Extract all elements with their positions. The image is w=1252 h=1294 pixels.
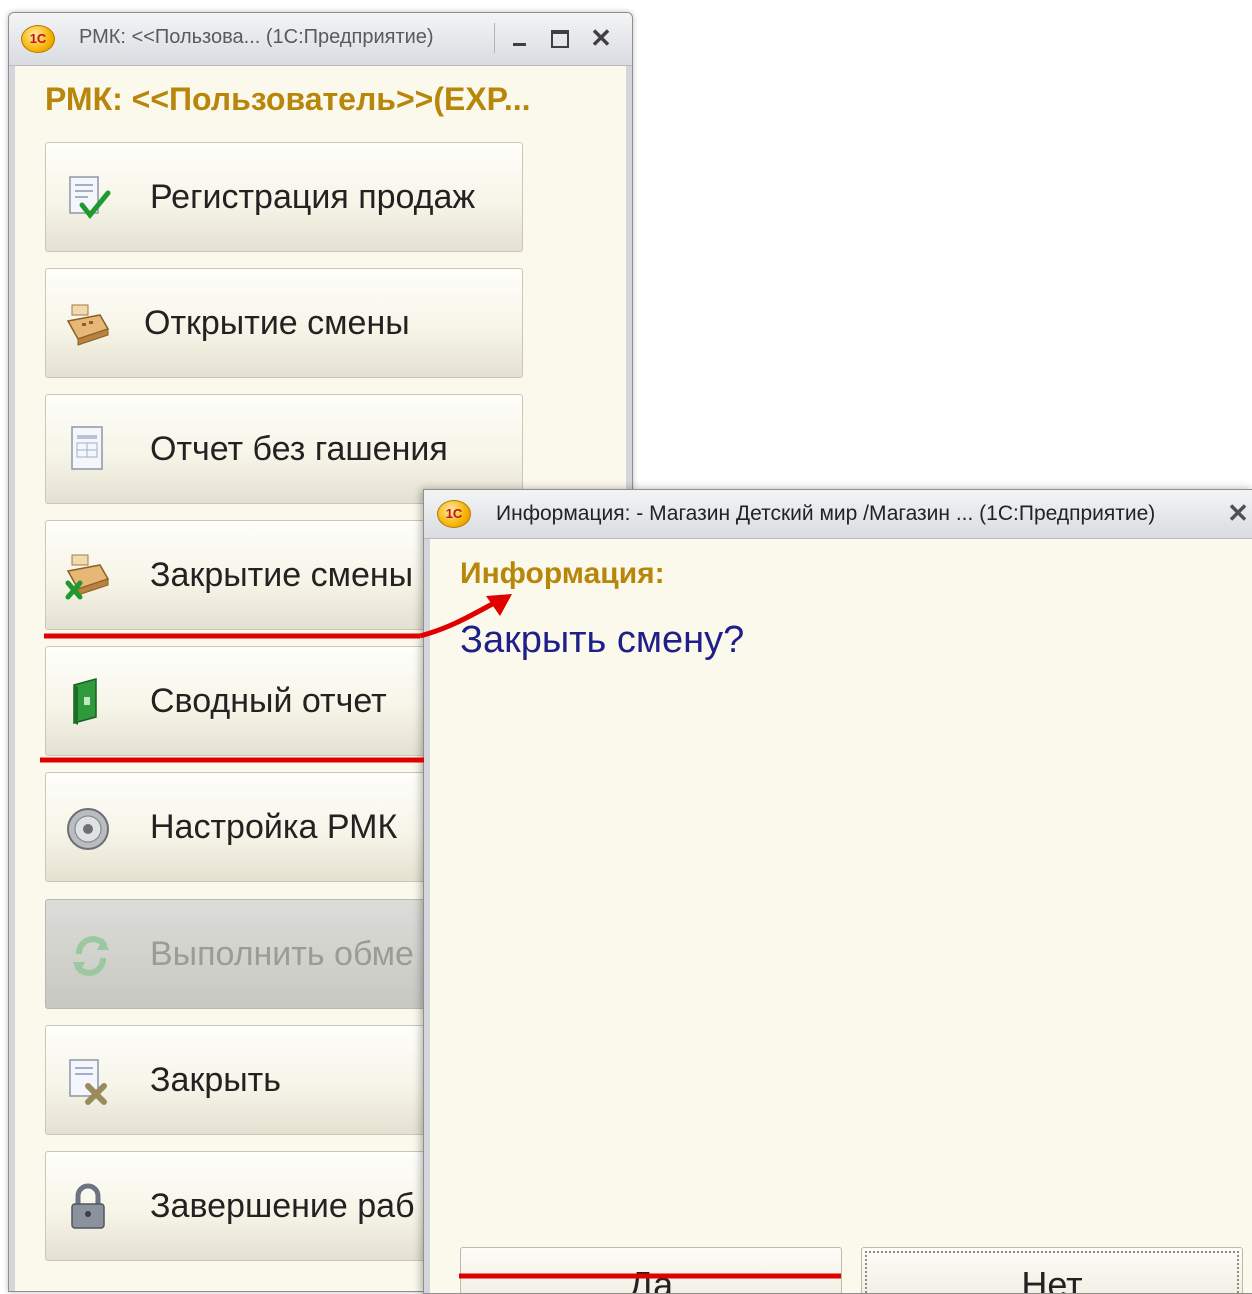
document-close-icon: [69, 1059, 107, 1105]
sync-arrows-icon: [73, 936, 109, 976]
sales-registration-label: Регистрация продаж: [150, 178, 476, 216]
no-button[interactable]: Нет: [861, 1247, 1243, 1293]
rmk-titlebar[interactable]: 1С РМК: <<Пользова... (1С:Предприятие) ✕: [9, 13, 632, 66]
report-document-icon: [71, 426, 103, 470]
info-panel: Информация: Закрыть смену? Да Нет: [430, 539, 1252, 1293]
titlebar-separator: [494, 23, 495, 53]
finish-work-label: Завершение раб: [150, 1187, 415, 1225]
1c-logo-icon: 1С: [21, 25, 55, 53]
maximize-icon[interactable]: [545, 25, 573, 51]
sales-registration-button[interactable]: Регистрация продаж: [45, 142, 523, 252]
close-icon[interactable]: ✕: [1224, 500, 1252, 526]
info-heading: Информация:: [460, 557, 665, 590]
rmk-heading: РМК: <<Пользователь>>(EXP...: [45, 81, 531, 117]
rmk-settings-label: Настройка РМК: [150, 808, 398, 846]
report-without-clearing-label: Отчет без гашения: [150, 430, 448, 468]
cash-register-close-icon: [65, 554, 110, 600]
document-check-icon: [69, 176, 111, 219]
close-shift-label: Закрытие смены: [150, 556, 414, 594]
info-dialog: 1С Информация: - Магазин Детский мир /Ма…: [423, 489, 1252, 1294]
open-shift-button[interactable]: Открытие смены: [45, 268, 523, 378]
open-shift-label: Открытие смены: [144, 304, 410, 342]
info-titlebar[interactable]: 1С Информация: - Магазин Детский мир /Ма…: [424, 490, 1252, 539]
yes-button[interactable]: Да: [460, 1247, 842, 1293]
minimize-icon[interactable]: [505, 25, 533, 51]
1c-logo-icon: 1С: [437, 500, 471, 528]
close-icon[interactable]: ✕: [587, 25, 615, 51]
green-book-icon: [73, 678, 97, 725]
padlock-icon: [71, 1183, 105, 1229]
info-question: Закрыть смену?: [460, 619, 745, 661]
summary-report-label: Сводный отчет: [150, 682, 387, 720]
cash-register-icon: [66, 304, 110, 346]
settings-disc-icon: [67, 808, 109, 850]
close-label: Закрыть: [150, 1061, 281, 1099]
exchange-label: Выполнить обме: [150, 935, 414, 973]
info-dialog-title: Информация: - Магазин Детский мир /Магаз…: [496, 502, 1156, 525]
report-without-clearing-button[interactable]: Отчет без гашения: [45, 394, 523, 504]
rmk-window-title: РМК: <<Пользова... (1С:Предприятие): [79, 26, 434, 48]
